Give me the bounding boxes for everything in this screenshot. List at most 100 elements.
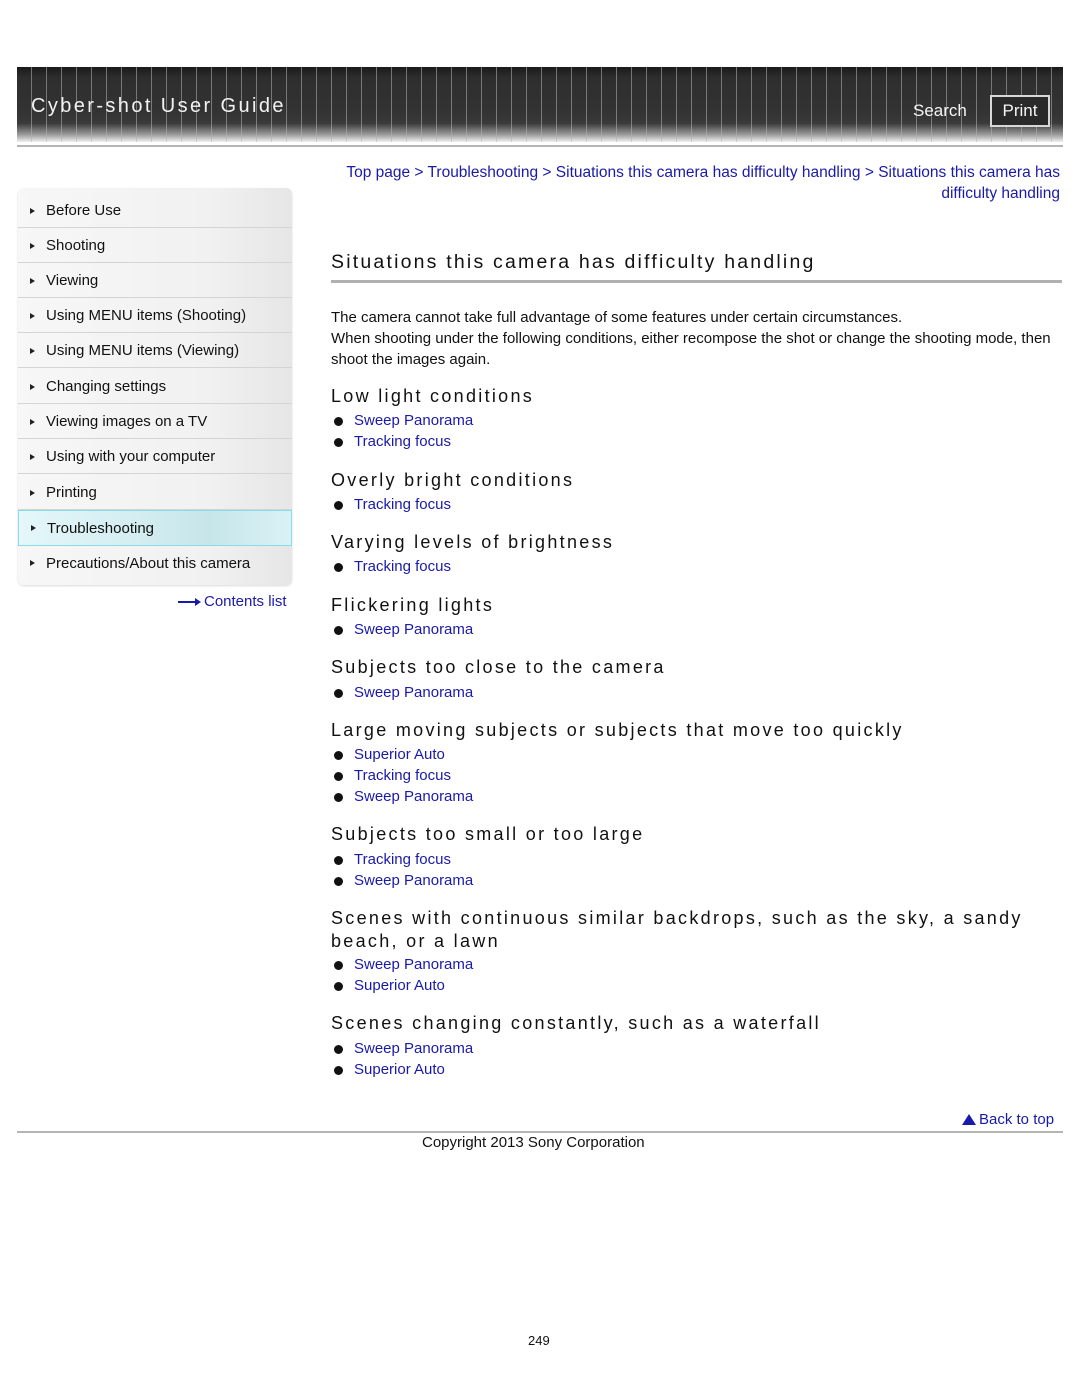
bullet-icon	[334, 1044, 343, 1054]
list-item: Sweep Panorama	[334, 1040, 473, 1057]
breadcrumb-current-page[interactable]: Situations this camera has difficulty ha…	[878, 164, 1060, 202]
sidebar-item-viewing-tv[interactable]: Viewing images on a TV	[18, 405, 292, 439]
section-heading: Scenes changing constantly, such as a wa…	[331, 1013, 821, 1033]
bullet-icon	[334, 625, 343, 635]
list-item: Tracking focus	[334, 851, 451, 868]
sidebar-item-changing-settings[interactable]: Changing settings	[18, 370, 292, 404]
list-item: Tracking focus	[334, 558, 451, 575]
sweep-panorama-link[interactable]: Sweep Panorama	[354, 412, 473, 429]
title-divider	[331, 280, 1062, 283]
list-item: Sweep Panorama	[334, 684, 473, 701]
sidebar-item-computer[interactable]: Using with your computer	[18, 440, 292, 474]
breadcrumb-troubleshooting[interactable]: Troubleshooting	[428, 164, 539, 181]
breadcrumb-top-page[interactable]: Top page	[346, 164, 410, 181]
sweep-panorama-link[interactable]: Sweep Panorama	[354, 956, 473, 973]
sidebar-item-label: Viewing	[46, 272, 99, 289]
sidebar-item-printing[interactable]: Printing	[18, 476, 292, 510]
tracking-focus-link[interactable]: Tracking focus	[354, 851, 451, 868]
search-link[interactable]: Search	[913, 101, 967, 121]
caret-right-icon	[30, 242, 35, 249]
sidebar-item-menu-shooting[interactable]: Using MENU items (Shooting)	[18, 299, 292, 333]
back-to-top-label: Back to top	[979, 1111, 1055, 1128]
caret-right-icon	[30, 347, 35, 354]
sidebar-item-label: Printing	[46, 484, 97, 501]
back-to-top-link[interactable]: Back to top	[962, 1111, 1054, 1128]
breadcrumb: Top page > Troubleshooting > Situations …	[340, 162, 1060, 204]
sidebar-item-label: Using with your computer	[46, 448, 216, 465]
sidebar-item-label: Using MENU items (Shooting)	[46, 307, 247, 324]
caret-right-icon	[30, 560, 35, 566]
tracking-focus-link[interactable]: Tracking focus	[354, 558, 451, 575]
bullet-icon	[334, 750, 343, 760]
sweep-panorama-link[interactable]: Sweep Panorama	[354, 788, 473, 805]
list-item: Superior Auto	[334, 746, 445, 763]
breadcrumb-situations-category[interactable]: Situations this camera has difficulty ha…	[556, 164, 861, 181]
section-heading: Subjects too small or too large	[331, 824, 645, 844]
tracking-focus-link[interactable]: Tracking focus	[354, 433, 451, 450]
bullet-icon	[334, 416, 343, 426]
caret-right-icon	[31, 525, 36, 531]
list-item: Tracking focus	[334, 433, 451, 450]
sweep-panorama-link[interactable]: Sweep Panorama	[354, 684, 473, 701]
sidebar-item-label: Changing settings	[46, 378, 167, 395]
section-heading: Varying levels of brightness	[331, 532, 615, 552]
bullet-icon	[334, 960, 343, 970]
bullet-icon	[334, 771, 343, 781]
sidebar-nav: Before Use Shooting Viewing Using MENU i…	[18, 188, 292, 585]
breadcrumb-separator: >	[414, 164, 424, 181]
sidebar-item-label: Using MENU items (Viewing)	[46, 342, 240, 359]
superior-auto-link[interactable]: Superior Auto	[354, 1061, 445, 1078]
intro-text: The camera cannot take full advantage of…	[331, 307, 1061, 370]
list-item: Sweep Panorama	[334, 788, 473, 805]
tracking-focus-link[interactable]: Tracking focus	[354, 496, 451, 513]
contents-list-link[interactable]: Contents list	[178, 593, 287, 610]
bullet-icon	[334, 500, 343, 510]
list-item: Sweep Panorama	[334, 872, 473, 889]
copyright-text: Copyright 2013 Sony Corporation	[422, 1134, 645, 1151]
sidebar-item-label: Viewing images on a TV	[46, 413, 208, 430]
sidebar-item-label: Before Use	[46, 202, 122, 219]
bullet-icon	[334, 562, 343, 572]
sidebar-item-label: Shooting	[46, 237, 106, 254]
header-bar: Cyber-shot User Guide Search Print	[17, 67, 1063, 142]
triangle-up-icon	[962, 1114, 976, 1125]
bullet-icon	[334, 437, 343, 447]
bullet-icon	[334, 855, 343, 865]
intro-line-2: When shooting under the following condit…	[331, 330, 1051, 368]
sidebar-item-viewing[interactable]: Viewing	[18, 264, 292, 298]
footer-divider	[17, 1131, 1063, 1133]
superior-auto-link[interactable]: Superior Auto	[354, 746, 445, 763]
list-item: Superior Auto	[334, 1061, 445, 1078]
caret-right-icon	[30, 277, 35, 284]
sidebar-item-menu-viewing[interactable]: Using MENU items (Viewing)	[18, 334, 292, 368]
list-item: Sweep Panorama	[334, 621, 473, 638]
arrow-right-icon	[178, 597, 201, 606]
sweep-panorama-link[interactable]: Sweep Panorama	[354, 1040, 473, 1057]
section-heading: Scenes with continuous similar backdrops…	[331, 908, 1023, 951]
sweep-panorama-link[interactable]: Sweep Panorama	[354, 621, 473, 638]
section-heading: Low light conditions	[331, 386, 535, 406]
tracking-focus-link[interactable]: Tracking focus	[354, 767, 451, 784]
caret-right-icon	[30, 418, 35, 425]
sidebar-item-shooting[interactable]: Shooting	[18, 229, 292, 263]
page-number: 249	[528, 1333, 550, 1348]
list-item: Tracking focus	[334, 496, 451, 513]
list-item: Sweep Panorama	[334, 956, 473, 973]
sweep-panorama-link[interactable]: Sweep Panorama	[354, 872, 473, 889]
bullet-icon	[334, 876, 343, 886]
caret-right-icon	[30, 207, 35, 214]
caret-right-icon	[30, 383, 35, 390]
superior-auto-link[interactable]: Superior Auto	[354, 977, 445, 994]
sidebar-item-before-use[interactable]: Before Use	[18, 194, 292, 228]
header-divider	[17, 145, 1063, 147]
caret-right-icon	[30, 489, 35, 496]
page-title: Situations this camera has difficulty ha…	[331, 251, 816, 273]
sidebar-item-troubleshooting[interactable]: Troubleshooting	[18, 510, 292, 546]
bullet-icon	[334, 792, 343, 802]
sidebar-item-precautions[interactable]: Precautions/About this camera	[18, 546, 292, 580]
bullet-icon	[334, 981, 343, 991]
section-heading: Subjects too close to the camera	[331, 657, 666, 677]
caret-right-icon	[30, 312, 35, 319]
print-button[interactable]: Print	[990, 95, 1050, 127]
list-item: Tracking focus	[334, 767, 451, 784]
